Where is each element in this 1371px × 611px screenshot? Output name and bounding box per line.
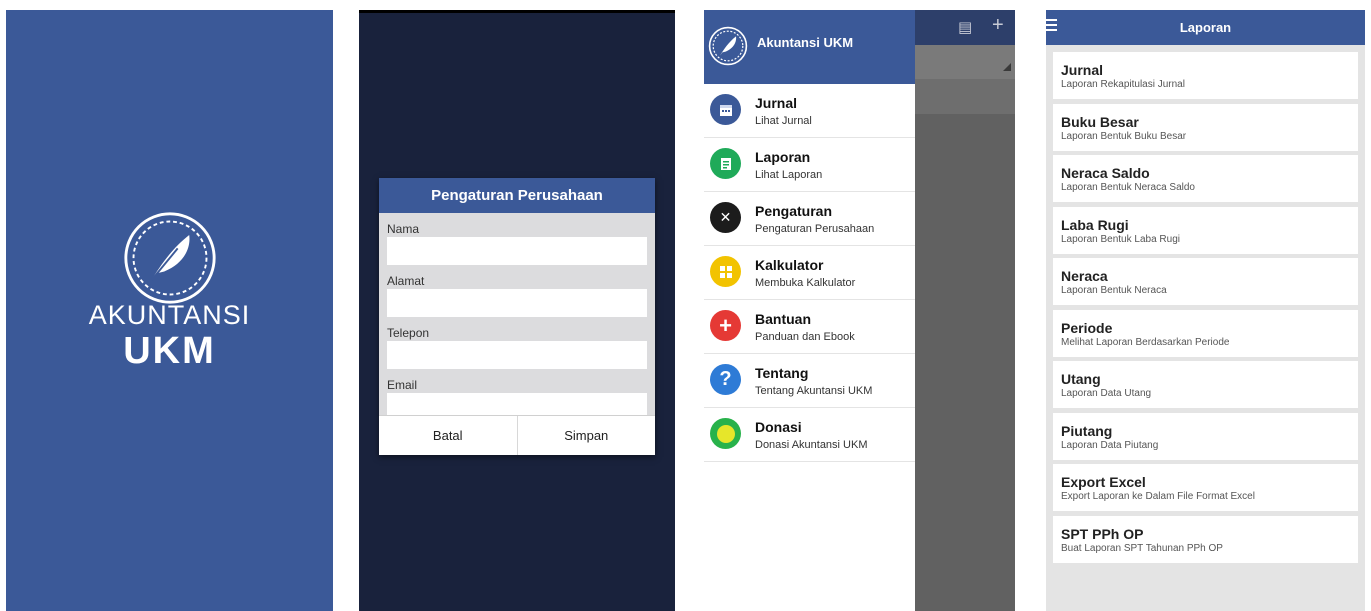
address-label: Alamat [387, 274, 425, 288]
tools-icon: ✕ [710, 202, 741, 233]
report-item-subtitle: Laporan Data Utang [1061, 388, 1152, 399]
drawer-item-subtitle: Lihat Laporan [755, 169, 823, 181]
save-button[interactable]: Simpan [516, 416, 656, 455]
drawer-app-title: Akuntansi UKM [757, 35, 854, 50]
coin-icon [710, 418, 741, 449]
drawer-item-bantuan[interactable]: + Bantuan Panduan dan Ebook [704, 300, 915, 354]
drawer-item-title: Jurnal [755, 95, 798, 111]
phone-input[interactable] [387, 341, 647, 369]
report-item-subtitle: Laporan Data Piutang [1061, 439, 1159, 451]
name-label: Nama [387, 222, 420, 236]
report-item-title: Export Excel [1061, 474, 1146, 490]
phone-label: Telepon [387, 326, 430, 340]
page-title: Laporan [1179, 20, 1232, 35]
navigation-drawer: Akuntansi UKM Jurnal Lihat Jurnal Lapora… [704, 10, 915, 611]
report-item-title: Utang [1061, 371, 1101, 387]
add-icon[interactable]: + [992, 14, 1004, 37]
drawer-item-tentang[interactable]: ? Tentang Tentang Akuntansi UKM [704, 354, 915, 408]
report-item-title: Piutang [1061, 422, 1113, 439]
report-item-subtitle: Buat Laporan SPT Tahunan PPh OP [1061, 542, 1223, 554]
report-item-title: Buku Besar [1061, 113, 1139, 130]
report-item-subtitle: Laporan Bentuk Buku Besar [1061, 130, 1187, 142]
report-item-periode[interactable]: Periode Melihat Laporan Berdasarkan Peri… [1053, 309, 1358, 357]
drawer-item-jurnal[interactable]: Jurnal Lihat Jurnal [704, 84, 915, 138]
app-bar: Laporan [1046, 10, 1365, 45]
drawer-item-subtitle: Pengaturan Perusahaan [755, 223, 875, 235]
dropdown-triangle-icon [1003, 63, 1011, 71]
drawer-item-laporan[interactable]: Laporan Lihat Laporan [704, 138, 915, 192]
splash-screen: AKUNTANSI UKM [6, 10, 333, 611]
hamburger-menu-icon[interactable] [1046, 19, 1057, 31]
logo-text-ukm: UKM [123, 330, 216, 372]
calendar-icon [710, 94, 741, 125]
drawer-item-pengaturan[interactable]: ✕ Pengaturan Pengaturan Perusahaan [704, 192, 915, 246]
report-item-title: Neraca Saldo [1061, 165, 1150, 181]
drawer-item-title: Pengaturan [755, 203, 833, 219]
logo-text-akuntansi: AKUNTANSI [88, 300, 251, 330]
report-item-jurnal[interactable]: Jurnal Laporan Rekapitulasi Jurnal [1053, 52, 1358, 99]
question-icon: ? [710, 364, 741, 395]
drawer-item-title: Kalkulator [755, 257, 824, 273]
report-item-buku-besar[interactable]: Buku Besar Laporan Bentuk Buku Besar [1053, 103, 1358, 151]
report-item-subtitle: Laporan Rekapitulasi Jurnal [1061, 79, 1185, 90]
calculator-icon [710, 256, 741, 287]
report-item-title: Jurnal [1061, 62, 1104, 78]
report-item-utang[interactable]: Utang Laporan Data Utang [1053, 361, 1358, 408]
report-item-neraca[interactable]: Neraca Laporan Bentuk Neraca [1053, 258, 1358, 305]
drawer-item-subtitle: Lihat Jurnal [755, 115, 812, 127]
plus-icon: + [710, 310, 741, 341]
report-item-title: Laba Rugi [1061, 216, 1129, 233]
document-icon [710, 148, 741, 179]
report-item-neraca-saldo[interactable]: Neraca Saldo Laporan Bentuk Neraca Saldo [1053, 155, 1358, 202]
report-item-subtitle: Laporan Bentuk Neraca Saldo [1061, 182, 1195, 193]
email-label: Email [387, 378, 418, 392]
drawer-item-title: Donasi [755, 419, 802, 435]
feather-icon [123, 212, 216, 304]
report-item-subtitle: Export Laporan ke Dalam File Format Exce… [1061, 491, 1255, 502]
feather-icon [708, 26, 748, 66]
drawer-item-kalkulator[interactable]: Kalkulator Membuka Kalkulator [704, 246, 915, 300]
report-item-spt-pph-op[interactable]: SPT PPh OP Buat Laporan SPT Tahunan PPh … [1053, 515, 1358, 563]
drawer-screen: ▤ + Akuntansi UKM Jurnal Lihat Jurnal La… [704, 10, 1015, 611]
report-item-laba-rugi[interactable]: Laba Rugi Laporan Bentuk Laba Rugi [1053, 206, 1358, 254]
drawer-item-title: Bantuan [755, 311, 811, 327]
settings-dialog: Pengaturan Perusahaan Nama Alamat Telepo… [379, 178, 655, 455]
dialog-actions: Batal Simpan [379, 415, 655, 455]
drawer-item-title: Laporan [755, 149, 811, 165]
drawer-header: Akuntansi UKM [704, 10, 915, 84]
report-item-title: SPT PPh OP [1061, 525, 1144, 542]
address-input[interactable] [387, 289, 647, 317]
reports-screen: Laporan Jurnal Laporan Rekapitulasi Jurn… [1046, 10, 1365, 611]
drawer-item-subtitle: Tentang Akuntansi UKM [755, 385, 873, 397]
report-item-subtitle: Melihat Laporan Berdasarkan Periode [1061, 336, 1230, 348]
report-item-piutang[interactable]: Piutang Laporan Data Piutang [1053, 412, 1358, 460]
drawer-item-subtitle: Membuka Kalkulator [755, 277, 856, 289]
drawer-item-subtitle: Panduan dan Ebook [755, 331, 855, 343]
drawer-item-subtitle: Donasi Akuntansi UKM [755, 439, 868, 451]
report-item-subtitle: Laporan Bentuk Laba Rugi [1061, 233, 1180, 245]
cancel-button[interactable]: Batal [379, 416, 517, 455]
settings-screen: Pengaturan Perusahaan Nama Alamat Telepo… [359, 10, 675, 611]
name-input[interactable] [387, 237, 647, 265]
report-item-subtitle: Laporan Bentuk Neraca [1061, 285, 1167, 296]
report-item-export-excel[interactable]: Export Excel Export Laporan ke Dalam Fil… [1053, 464, 1358, 511]
report-item-title: Neraca [1061, 268, 1108, 284]
drawer-item-title: Tentang [755, 365, 809, 381]
add-note-icon[interactable]: ▤ [958, 18, 972, 36]
report-list: Jurnal Laporan Rekapitulasi Jurnal Buku … [1046, 45, 1365, 563]
dialog-title: Pengaturan Perusahaan [379, 178, 655, 213]
drawer-item-donasi[interactable]: Donasi Donasi Akuntansi UKM [704, 408, 915, 462]
report-item-title: Periode [1061, 319, 1113, 336]
